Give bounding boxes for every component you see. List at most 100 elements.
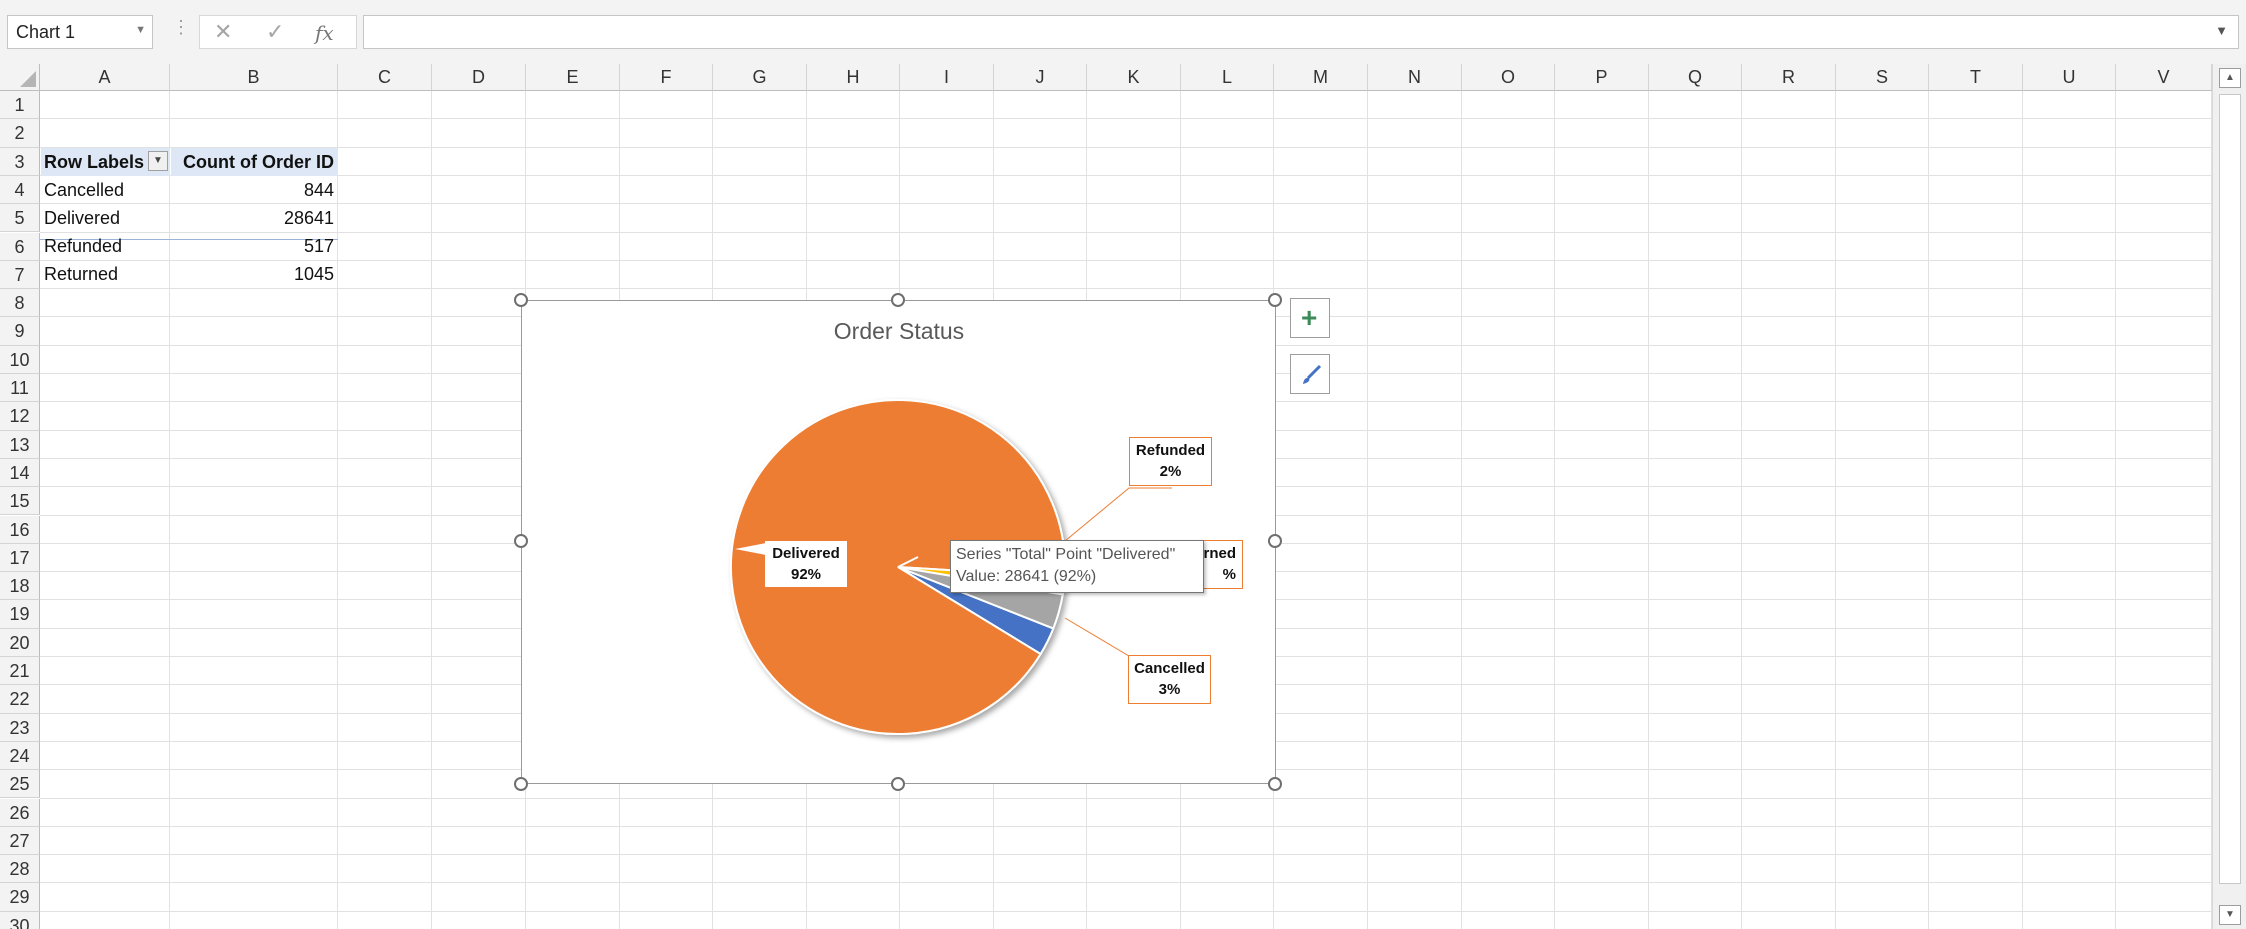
column-header-f[interactable]: F	[620, 64, 713, 91]
tooltip-value: Value: 28641 (92%)	[956, 568, 1097, 585]
chevron-down-icon[interactable]: ▼	[2215, 23, 2228, 38]
pivot-row-label[interactable]: Cancelled	[41, 176, 170, 204]
column-header-n[interactable]: N	[1368, 64, 1462, 91]
row-header-21[interactable]: 21	[0, 657, 40, 686]
data-label-name: Refunded	[1135, 442, 1206, 459]
pivot-row-label[interactable]: Returned	[41, 260, 170, 288]
row-header-26[interactable]: 26	[0, 798, 40, 827]
pivot-row-value[interactable]: 517	[171, 232, 338, 260]
resize-handle[interactable]	[1268, 777, 1282, 791]
column-header-k[interactable]: K	[1087, 64, 1181, 91]
pivot-header-value[interactable]: Count of Order ID	[171, 148, 338, 176]
chart-title[interactable]: Order Status	[834, 318, 964, 344]
pivot-row-value[interactable]: 844	[171, 176, 338, 204]
row-header-17[interactable]: 17	[0, 543, 40, 573]
row-header-16[interactable]: 16	[0, 515, 40, 544]
row-header-29[interactable]: 29	[0, 883, 40, 912]
resize-handle[interactable]	[891, 293, 905, 307]
pivot-row-label[interactable]: Delivered	[41, 204, 170, 232]
column-header-b[interactable]: B	[170, 64, 338, 91]
column-header-o[interactable]: O	[1462, 64, 1555, 91]
x-icon[interactable]: ✕	[214, 19, 232, 45]
row-header-14[interactable]: 14	[0, 458, 40, 488]
resize-handle[interactable]	[514, 777, 528, 791]
column-header-u[interactable]: U	[2023, 64, 2116, 91]
column-header-v[interactable]: V	[2116, 64, 2212, 91]
row-header-9[interactable]: 9	[0, 317, 40, 346]
row-header-20[interactable]: 20	[0, 628, 40, 657]
formula-input[interactable]: ▼	[363, 15, 2239, 49]
scroll-down-icon[interactable]: ▼	[2219, 905, 2241, 925]
select-all-button[interactable]	[0, 64, 40, 91]
resize-handle[interactable]	[514, 293, 528, 307]
scroll-thumb[interactable]	[2219, 94, 2241, 884]
resize-handle[interactable]	[514, 534, 528, 548]
pivot-row-value[interactable]: 1045	[171, 260, 338, 288]
gridline	[1835, 91, 1836, 929]
column-header-t[interactable]: T	[1929, 64, 2023, 91]
pivot-row-label[interactable]: Refunded	[41, 232, 170, 260]
row-header-7[interactable]: 7	[0, 260, 40, 290]
row-header-10[interactable]: 10	[0, 345, 40, 374]
name-box[interactable]: Chart 1 ▼	[7, 15, 153, 49]
resize-handle[interactable]	[1268, 293, 1282, 307]
gridline	[1461, 91, 1462, 929]
chart-styles-button[interactable]	[1290, 354, 1330, 394]
row-header-19[interactable]: 19	[0, 600, 40, 629]
leader-line	[1064, 617, 1172, 657]
resize-handle[interactable]	[891, 777, 905, 791]
row-header-28[interactable]: 28	[0, 855, 40, 884]
column-header-l[interactable]: L	[1181, 64, 1274, 91]
row-header-5[interactable]: 5	[0, 204, 40, 233]
column-header-i[interactable]: I	[900, 64, 994, 91]
row-header-13[interactable]: 13	[0, 430, 40, 459]
gridline	[40, 910, 2212, 912]
column-header-e[interactable]: E	[526, 64, 620, 91]
row-header-8[interactable]: 8	[0, 289, 40, 318]
insert-function-button[interactable]: fx	[315, 21, 334, 45]
row-header-12[interactable]: 12	[0, 402, 40, 431]
check-icon[interactable]: ✓	[266, 19, 284, 45]
gridline	[40, 825, 2212, 827]
row-header-3[interactable]: 3	[0, 147, 40, 176]
row-header-11[interactable]: 11	[0, 374, 40, 403]
data-label-delivered[interactable]: Delivered 92%	[765, 541, 847, 587]
scroll-up-icon[interactable]: ▲	[2219, 68, 2241, 88]
row-header-22[interactable]: 22	[0, 685, 40, 714]
row-header-27[interactable]: 27	[0, 826, 40, 856]
column-header-h[interactable]: H	[807, 64, 900, 91]
row-header-25[interactable]: 25	[0, 770, 40, 799]
row-header-18[interactable]: 18	[0, 572, 40, 601]
row-header-2[interactable]: 2	[0, 119, 40, 148]
column-header-j[interactable]: J	[994, 64, 1087, 91]
column-header-d[interactable]: D	[432, 64, 526, 91]
column-header-a[interactable]: A	[40, 64, 170, 91]
filter-dropdown-icon[interactable]: ▼	[148, 151, 168, 171]
row-header-15[interactable]: 15	[0, 487, 40, 516]
column-header-q[interactable]: Q	[1649, 64, 1742, 91]
row-header-4[interactable]: 4	[0, 175, 40, 205]
column-header-s[interactable]: S	[1836, 64, 1929, 91]
data-label-percent: 2%	[1159, 463, 1182, 480]
row-header-24[interactable]: 24	[0, 741, 40, 771]
vertical-scrollbar[interactable]: ▲ ▼	[2212, 64, 2246, 929]
chart-elements-button[interactable]: +	[1290, 298, 1330, 338]
column-header-r[interactable]: R	[1742, 64, 1836, 91]
chart-tooltip: Series "Total" Point "Delivered" Value: …	[950, 540, 1204, 593]
column-header-m[interactable]: M	[1274, 64, 1368, 91]
column-header-p[interactable]: P	[1555, 64, 1649, 91]
row-header-30[interactable]: 30	[0, 911, 40, 929]
gridline	[40, 288, 2212, 290]
column-header-c[interactable]: C	[338, 64, 432, 91]
gridline	[40, 797, 2212, 799]
resize-handle[interactable]	[1268, 534, 1282, 548]
row-header-1[interactable]: 1	[0, 91, 40, 120]
row-header-23[interactable]: 23	[0, 713, 40, 742]
data-label-refunded[interactable]: Refunded 2%	[1129, 437, 1212, 486]
chevron-down-icon[interactable]: ▼	[135, 24, 146, 36]
column-header-g[interactable]: G	[713, 64, 807, 91]
pivot-row-value[interactable]: 28641	[171, 204, 338, 232]
data-label-cancelled[interactable]: Cancelled 3%	[1128, 655, 1211, 704]
row-header-6[interactable]: 6	[0, 232, 40, 261]
data-label-name: Delivered	[772, 545, 840, 562]
